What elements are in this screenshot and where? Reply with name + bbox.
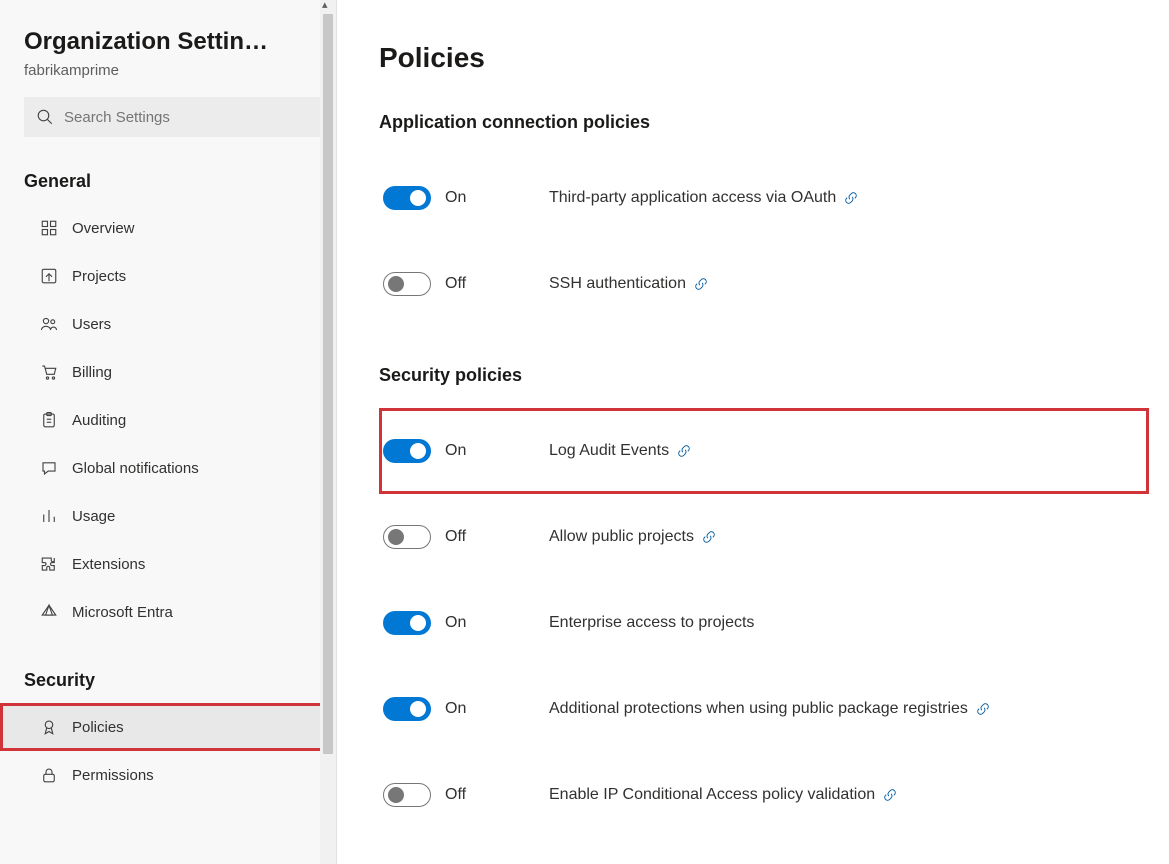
toggle-state-label: On [445,700,466,718]
clipboard-icon [40,411,58,429]
entra-icon [40,603,58,621]
sidebar-item-projects[interactable]: Projects [0,252,336,300]
lock-icon [40,766,58,784]
sidebar-item-auditing[interactable]: Auditing [0,396,336,444]
cart-icon [40,363,58,381]
policy-toggle[interactable] [383,439,431,463]
policy-name: Third-party application access via OAuth [549,189,858,207]
sidebar-item-permissions[interactable]: Permissions [0,751,336,799]
search-icon [36,108,54,126]
scrollbar-thumb[interactable] [323,14,333,754]
puzzle-icon [40,555,58,573]
policy-name: Log Audit Events [549,442,691,460]
policy-row: Off SSH authentication [379,241,1149,327]
policy-toggle[interactable] [383,611,431,635]
nav-label: Users [72,316,111,333]
policy-name: Allow public projects [549,528,716,546]
toggle-state-label: On [445,442,466,460]
policy-section-title: Application connection policies [379,112,1149,133]
sidebar-item-users[interactable]: Users [0,300,336,348]
nav-label: Auditing [72,412,126,429]
users-icon [40,315,58,333]
toggle-state-label: Off [445,275,466,293]
policy-toggle[interactable] [383,272,431,296]
sidebar-item-extensions[interactable]: Extensions [0,540,336,588]
search-input[interactable] [64,109,308,126]
link-icon[interactable] [976,702,990,716]
nav-label: Billing [72,364,112,381]
sidebar-item-overview[interactable]: Overview [0,204,336,252]
policy-toggle[interactable] [383,697,431,721]
nav-label: Global notifications [72,460,199,477]
nav-label: Usage [72,508,115,525]
nav-label: Microsoft Entra [72,604,173,621]
policy-toggle[interactable] [383,783,431,807]
sidebar-item-billing[interactable]: Billing [0,348,336,396]
ribbon-icon [40,718,58,736]
section-general-label: General [0,171,336,192]
link-icon[interactable] [702,530,716,544]
chart-icon [40,507,58,525]
toggle-state-label: Off [445,786,466,804]
sidebar: Organization Settin… fabrikamprime Gener… [0,0,337,864]
nav-label: Permissions [72,767,154,784]
policy-name: Enable IP Conditional Access policy vali… [549,786,897,804]
chat-icon [40,459,58,477]
sidebar-item-global-notifications[interactable]: Global notifications [0,444,336,492]
policy-toggle[interactable] [383,525,431,549]
section-security-label: Security [0,670,336,691]
policy-row: On Additional protections when using publ… [379,666,1149,752]
policy-row: Off Allow public projects [379,494,1149,580]
upload-icon [40,267,58,285]
nav-label: Projects [72,268,126,285]
sidebar-item-usage[interactable]: Usage [0,492,336,540]
nav-label: Extensions [72,556,145,573]
nav-label: Overview [72,220,135,237]
main-content: Policies Application connection policies… [337,0,1169,864]
policy-name: SSH authentication [549,275,708,293]
policy-name: Enterprise access to projects [549,614,754,632]
link-icon[interactable] [677,444,691,458]
policy-row: Off Enable IP Conditional Access policy v… [379,752,1149,838]
nav-label: Policies [72,719,124,736]
policy-row: On Third-party application access via OAu… [379,155,1149,241]
link-icon[interactable] [844,191,858,205]
search-settings-box[interactable] [24,97,320,137]
page-title: Policies [379,42,1149,74]
toggle-state-label: On [445,189,466,207]
grid-icon [40,219,58,237]
org-name: fabrikamprime [24,62,316,79]
sidebar-item-policies[interactable]: Policies [0,703,336,751]
toggle-state-label: On [445,614,466,632]
sidebar-item-microsoft-entra[interactable]: Microsoft Entra [0,588,336,636]
toggle-state-label: Off [445,528,466,546]
policy-section-title: Security policies [379,365,1149,386]
scrollbar[interactable] [320,0,336,864]
policy-row: On Enterprise access to projects [379,580,1149,666]
policy-name: Additional protections when using public… [549,700,990,718]
sidebar-title: Organization Settin… [24,28,304,56]
policy-toggle[interactable] [383,186,431,210]
link-icon[interactable] [883,788,897,802]
link-icon[interactable] [694,277,708,291]
policy-row: On Log Audit Events [379,408,1149,494]
